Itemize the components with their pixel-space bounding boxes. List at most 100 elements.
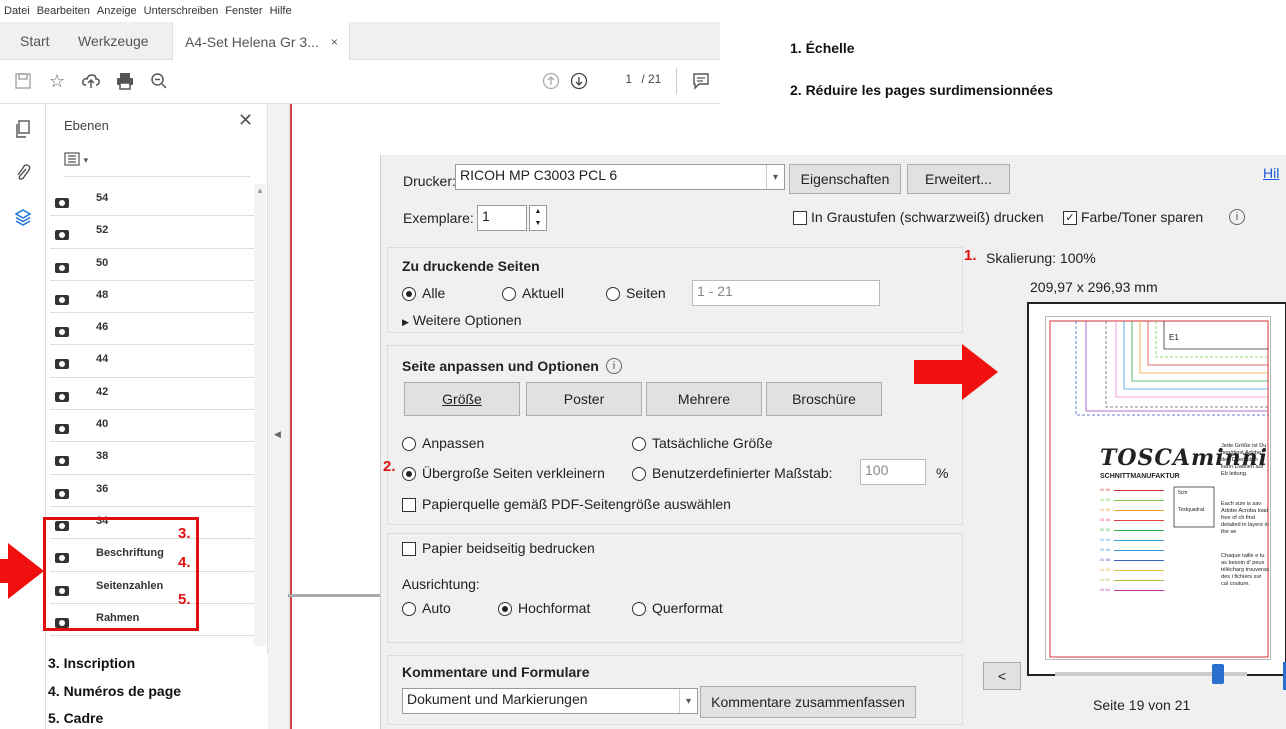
advanced-button[interactable]: Erweitert...: [907, 164, 1010, 194]
pages-current-radio[interactable]: [502, 287, 516, 301]
save-toner-checkbox[interactable]: ✓: [1063, 211, 1077, 225]
annotation-inscription: 3. Inscription: [48, 655, 136, 671]
print-icon[interactable]: [112, 68, 138, 94]
document-page-line: [288, 594, 383, 597]
scroll-up-icon[interactable]: ▲: [256, 186, 264, 195]
orientation-label: Ausrichtung:: [402, 576, 480, 592]
grayscale-checkbox[interactable]: [793, 211, 807, 225]
orientation-landscape-radio[interactable]: [632, 602, 646, 616]
attachments-icon[interactable]: [10, 160, 36, 186]
tab-start[interactable]: Start: [20, 22, 50, 60]
layers-icon[interactable]: [10, 204, 36, 230]
eye-icon[interactable]: [55, 230, 69, 241]
pages-range-radio[interactable]: [606, 287, 620, 301]
eye-icon[interactable]: [55, 294, 69, 305]
size-button[interactable]: Größe: [404, 382, 520, 416]
menu-anzeige[interactable]: Anzeige: [97, 5, 137, 17]
previous-page-icon[interactable]: [538, 68, 564, 94]
printer-value: RICOH MP C3003 PCL 6: [460, 167, 618, 183]
pages-range-input[interactable]: 1 - 21: [692, 280, 880, 306]
eye-icon[interactable]: [55, 456, 69, 467]
more-options-toggle[interactable]: ▶ Weitere Optionen: [402, 312, 522, 328]
layer-row[interactable]: 44: [50, 345, 254, 378]
tab-document[interactable]: A4-Set Helena Gr 3... ×: [172, 22, 350, 61]
copies-input[interactable]: 1: [477, 205, 527, 231]
fit-label: Anpassen: [422, 435, 485, 451]
tab-close-icon[interactable]: ×: [331, 35, 338, 49]
size-legend-row: Gr 38: [1100, 507, 1170, 517]
eye-icon[interactable]: [55, 488, 69, 499]
info-icon[interactable]: i: [1229, 209, 1245, 225]
custom-scale-input[interactable]: 100: [860, 459, 926, 485]
duplex-checkbox[interactable]: [402, 542, 416, 556]
layer-row[interactable]: 40: [50, 410, 254, 443]
layer-row[interactable]: 52: [50, 216, 254, 249]
eye-icon[interactable]: [55, 391, 69, 402]
layers-scrollbar[interactable]: ▲: [254, 184, 266, 646]
booklet-button[interactable]: Broschüre: [766, 382, 882, 416]
page-size-label: 209,97 x 296,93 mm: [1030, 279, 1158, 295]
print-preview: E1 TOSCAminni SCHNITTMANUFAKTUR 5cm Test…: [1027, 302, 1286, 676]
layer-row[interactable]: 42: [50, 378, 254, 411]
info-icon[interactable]: i: [606, 358, 622, 374]
menu-datei[interactable]: Datei: [4, 5, 30, 17]
multiple-button[interactable]: Mehrere: [646, 382, 762, 416]
menu-hilfe[interactable]: Hilfe: [270, 5, 292, 17]
printer-select[interactable]: RICOH MP C3003 PCL 6 ▾: [455, 164, 785, 190]
panel-collapse-strip[interactable]: ◀: [268, 104, 288, 729]
size-legend-label: Gr 52: [1100, 577, 1111, 582]
eye-icon[interactable]: [55, 262, 69, 273]
actual-size-radio[interactable]: [632, 437, 646, 451]
marker-2: 2.: [383, 458, 396, 475]
menu-fenster[interactable]: Fenster: [225, 5, 262, 17]
layer-row[interactable]: 38: [50, 442, 254, 475]
shrink-oversized-radio[interactable]: [402, 467, 416, 481]
layer-row[interactable]: 46: [50, 313, 254, 346]
eye-icon[interactable]: [55, 359, 69, 370]
copies-stepper[interactable]: ▲ ▼: [529, 205, 547, 231]
orientation-portrait-radio[interactable]: [498, 602, 512, 616]
zoom-out-icon[interactable]: [146, 68, 172, 94]
eye-icon[interactable]: [55, 424, 69, 435]
pages-all-radio[interactable]: [402, 287, 416, 301]
save-icon[interactable]: [10, 68, 36, 94]
pages-icon[interactable]: [10, 116, 36, 142]
next-page-icon[interactable]: [566, 68, 592, 94]
custom-scale-unit: %: [936, 465, 949, 481]
previous-preview-button[interactable]: <: [983, 662, 1021, 690]
eye-icon[interactable]: [55, 198, 69, 208]
layer-row[interactable]: 50: [50, 249, 254, 281]
printer-label: Drucker:: [403, 173, 456, 189]
chevron-down-icon: ▾: [679, 689, 697, 713]
fit-radio[interactable]: [402, 437, 416, 451]
properties-button[interactable]: Eigenschaften: [789, 164, 901, 194]
layer-highlight-box: [43, 517, 199, 631]
summarize-comments-button[interactable]: Kommentare zusammenfassen: [700, 686, 916, 718]
custom-scale-radio[interactable]: [632, 467, 646, 481]
poster-button[interactable]: Poster: [526, 382, 642, 416]
annotation-page-numbers: 4. Numéros de page: [48, 683, 182, 699]
layer-name: 38: [96, 450, 109, 463]
help-link[interactable]: Hil: [1263, 165, 1279, 181]
layer-row[interactable]: 54: [50, 184, 254, 217]
tab-tools[interactable]: Werkzeuge: [78, 22, 149, 60]
page-slider-thumb[interactable]: [1212, 664, 1225, 684]
eye-icon[interactable]: [55, 327, 69, 338]
cloud-upload-icon[interactable]: [78, 68, 104, 94]
paper-source-checkbox[interactable]: [402, 498, 416, 512]
comment-icon[interactable]: [688, 68, 714, 94]
menu-bearbeiten[interactable]: Bearbeiten: [37, 5, 90, 17]
layer-row[interactable]: 36: [50, 475, 254, 507]
collapse-arrow-icon[interactable]: ◀: [274, 429, 281, 440]
current-page-input[interactable]: 1: [618, 72, 632, 86]
comments-select[interactable]: Dokument und Markierungen ▾: [402, 688, 698, 714]
bookmark-star-icon[interactable]: ☆: [44, 68, 70, 94]
close-icon[interactable]: ✕: [238, 110, 253, 131]
layer-row[interactable]: 48: [50, 281, 254, 314]
tab-document-label: A4-Set Helena Gr 3...: [185, 33, 319, 50]
menu-unterschreiben[interactable]: Unterschreiben: [144, 5, 219, 17]
marker-1: 1.: [964, 247, 977, 264]
orientation-auto-radio[interactable]: [402, 602, 416, 616]
size-legend-line: [1114, 510, 1164, 511]
layer-options-button[interactable]: ▾: [64, 152, 88, 169]
